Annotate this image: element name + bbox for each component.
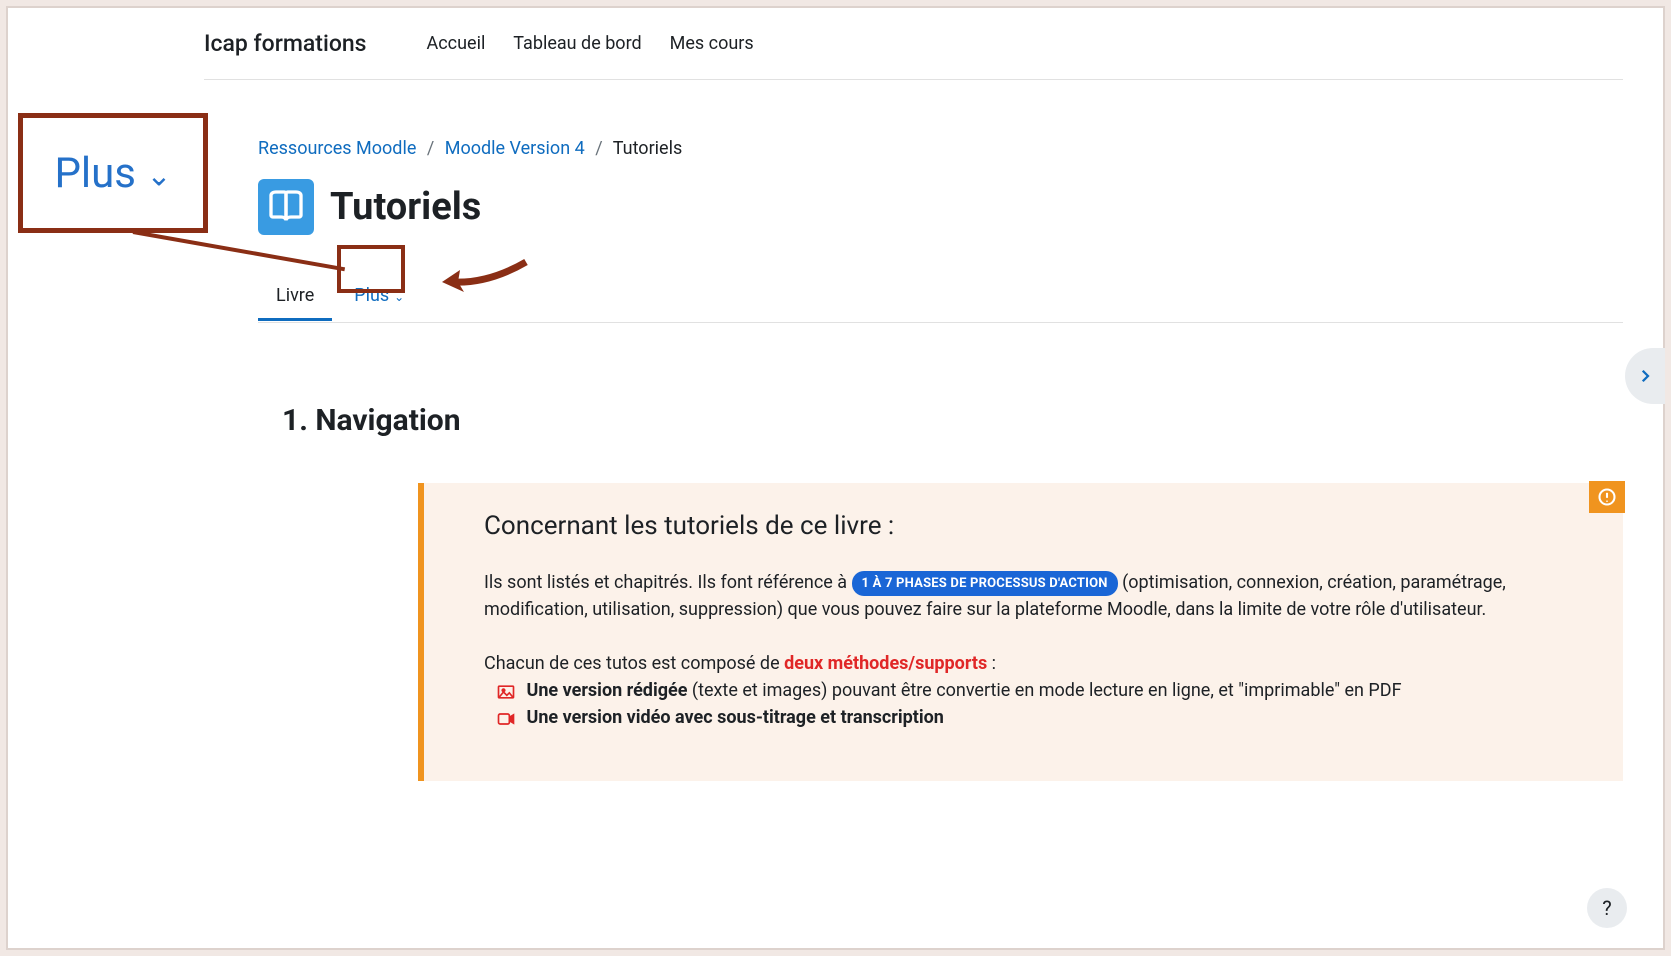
page-title: Tutoriels <box>330 185 481 229</box>
page-title-row: Tutoriels <box>258 179 1623 235</box>
section-heading: 1. Navigation <box>282 403 1623 438</box>
info-p1-a: Ils sont listés et chapitrés. Ils font r… <box>484 572 852 593</box>
info-li1-rest: (texte et images) pouvant être convertie… <box>687 680 1401 701</box>
image-icon <box>496 682 516 700</box>
info-heading: Concernant les tutoriels de ce livre : <box>484 511 1587 541</box>
app-frame: Icap formations Accueil Tableau de bord … <box>6 6 1665 950</box>
nav-tableau-de-bord[interactable]: Tableau de bord <box>513 33 641 54</box>
help-button[interactable]: ? <box>1587 888 1627 928</box>
info-li1-bold: Une version rédigée <box>526 680 687 701</box>
info-body: Ils sont listés et chapitrés. Ils font r… <box>484 569 1587 731</box>
next-page-button[interactable] <box>1625 348 1665 404</box>
brand-label: Icap formations <box>204 30 367 57</box>
info-callout: Concernant les tutoriels de ce livre : I… <box>418 483 1623 781</box>
annotation-highlight-box <box>337 245 405 293</box>
tab-livre[interactable]: Livre <box>258 275 332 321</box>
video-icon <box>496 709 516 727</box>
primary-nav: Accueil Tableau de bord Mes cours <box>427 33 778 54</box>
info-p2-b: : <box>987 653 996 674</box>
info-li2-bold: Une version vidéo avec sous-titrage et t… <box>526 707 943 728</box>
breadcrumb-link-2[interactable]: Moodle Version 4 <box>445 138 585 159</box>
annotation-plus-zoom: Plus ⌄ <box>18 113 208 233</box>
breadcrumb-current: Tutoriels <box>613 138 683 159</box>
annotation-arrow <box>438 254 528 294</box>
alert-icon <box>1589 481 1625 513</box>
info-p2-red: deux méthodes/supports <box>784 653 987 674</box>
breadcrumb-sep: / <box>427 138 434 159</box>
annotation-plus-label: Plus ⌄ <box>54 149 171 198</box>
nav-accueil[interactable]: Accueil <box>427 33 486 54</box>
breadcrumb-link-1[interactable]: Ressources Moodle <box>258 138 416 159</box>
nav-mes-cours[interactable]: Mes cours <box>670 33 754 54</box>
chevron-down-icon: ⌄ <box>146 158 171 193</box>
book-icon <box>258 179 314 235</box>
help-label: ? <box>1602 896 1611 920</box>
breadcrumb-sep: / <box>595 138 602 159</box>
info-p2-a: Chacun de ces tutos est composé de <box>484 653 784 674</box>
info-pill: 1 À 7 PHASES DE PROCESSUS D'ACTION <box>852 571 1118 597</box>
main-content: Ressources Moodle / Moodle Version 4 / T… <box>258 138 1623 498</box>
breadcrumb: Ressources Moodle / Moodle Version 4 / T… <box>258 138 1623 159</box>
top-header: Icap formations Accueil Tableau de bord … <box>204 8 1623 80</box>
